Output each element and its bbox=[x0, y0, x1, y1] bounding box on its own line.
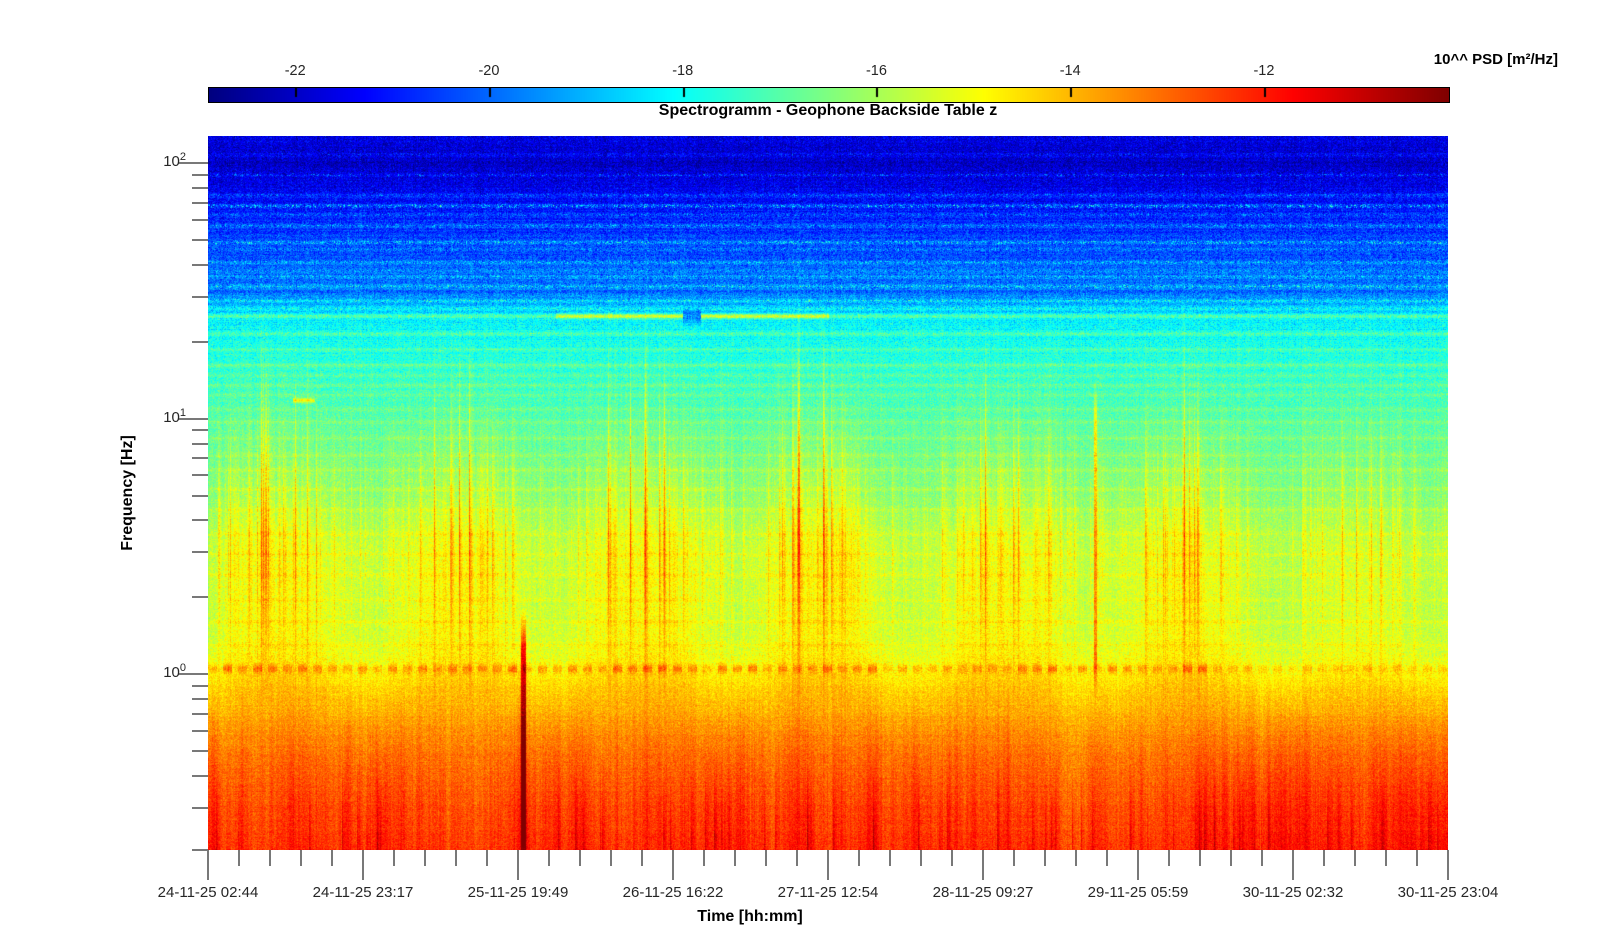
colorbar-tick-label: -20 bbox=[478, 63, 500, 79]
y-axis-label: Frequency [Hz] bbox=[119, 435, 136, 551]
y-tick-label: 101 bbox=[163, 406, 186, 426]
x-minor-tick bbox=[951, 850, 953, 866]
x-major-tick bbox=[1137, 850, 1139, 880]
x-tick-label: 30-11-25 02:32 bbox=[1242, 884, 1344, 901]
y-minor-tick bbox=[192, 712, 208, 715]
x-tick-label: 28-11-25 09:27 bbox=[932, 884, 1034, 901]
y-tick-label: 102 bbox=[163, 151, 186, 171]
y-minor-tick bbox=[192, 174, 208, 177]
x-major-tick bbox=[362, 850, 364, 880]
y-minor-tick bbox=[192, 340, 208, 343]
colorbar bbox=[208, 87, 1450, 103]
y-minor-tick bbox=[192, 849, 208, 851]
colorbar-tick-label: -12 bbox=[1253, 63, 1275, 79]
y-minor-tick bbox=[192, 239, 208, 242]
x-minor-tick bbox=[486, 850, 488, 866]
x-minor-tick bbox=[1013, 850, 1015, 866]
colorbar-tick-label: -18 bbox=[672, 63, 694, 79]
x-minor-tick bbox=[548, 850, 550, 866]
x-minor-tick bbox=[1354, 850, 1356, 866]
y-minor-tick bbox=[192, 684, 208, 687]
x-minor-tick bbox=[1199, 850, 1201, 866]
x-major-tick bbox=[827, 850, 829, 880]
y-minor-tick bbox=[192, 219, 208, 222]
x-minor-tick bbox=[1416, 850, 1418, 866]
x-minor-tick bbox=[424, 850, 426, 866]
x-minor-tick bbox=[269, 850, 271, 866]
x-minor-tick bbox=[796, 850, 798, 866]
x-axis-label: Time [hh:mm] bbox=[697, 908, 803, 925]
x-tick-label: 29-11-25 05:59 bbox=[1087, 884, 1189, 901]
colorbar-unit-label: 10^^ PSD [m²/Hz] bbox=[1433, 51, 1558, 68]
y-minor-tick bbox=[192, 494, 208, 497]
y-minor-tick bbox=[192, 729, 208, 732]
y-minor-tick bbox=[192, 457, 208, 460]
x-minor-tick bbox=[1044, 850, 1046, 866]
y-minor-tick bbox=[192, 774, 208, 777]
colorbar-tick-label: -14 bbox=[1059, 63, 1081, 79]
colorbar-gradient bbox=[209, 88, 1449, 102]
x-minor-tick bbox=[300, 850, 302, 866]
x-major-tick bbox=[1447, 850, 1449, 880]
y-minor-tick bbox=[192, 806, 208, 809]
x-major-tick bbox=[672, 850, 674, 880]
y-tick-label: 100 bbox=[163, 662, 186, 682]
x-tick-label: 24-11-25 02:44 bbox=[157, 884, 259, 901]
y-minor-tick bbox=[192, 442, 208, 445]
y-minor-tick bbox=[192, 697, 208, 700]
x-minor-tick bbox=[703, 850, 705, 866]
x-minor-tick bbox=[1168, 850, 1170, 866]
x-minor-tick bbox=[610, 850, 612, 866]
x-minor-tick bbox=[889, 850, 891, 866]
x-tick-label: 27-11-25 12:54 bbox=[777, 884, 879, 901]
x-major-tick bbox=[517, 850, 519, 880]
y-minor-tick bbox=[192, 295, 208, 298]
chart-title: Spectrogramm - Geophone Backside Table z bbox=[658, 102, 998, 119]
x-minor-tick bbox=[393, 850, 395, 866]
y-minor-tick bbox=[192, 474, 208, 477]
x-minor-tick bbox=[858, 850, 860, 866]
x-minor-tick bbox=[1075, 850, 1077, 866]
x-minor-tick bbox=[455, 850, 457, 866]
x-major-tick bbox=[982, 850, 984, 880]
y-minor-tick bbox=[192, 201, 208, 204]
y-minor-tick bbox=[192, 429, 208, 432]
y-minor-tick bbox=[192, 519, 208, 522]
x-major-tick bbox=[1292, 850, 1294, 880]
x-minor-tick bbox=[1230, 850, 1232, 866]
x-minor-tick bbox=[1261, 850, 1263, 866]
x-minor-tick bbox=[579, 850, 581, 866]
y-minor-tick bbox=[192, 551, 208, 554]
colorbar-tick-label: -16 bbox=[865, 63, 887, 79]
x-minor-tick bbox=[331, 850, 333, 866]
y-minor-tick bbox=[192, 596, 208, 599]
x-minor-tick bbox=[765, 850, 767, 866]
x-minor-tick bbox=[1323, 850, 1325, 866]
spectrogram-image bbox=[208, 136, 1448, 850]
colorbar-tick-label: -22 bbox=[284, 63, 306, 79]
x-minor-tick bbox=[1106, 850, 1108, 866]
x-tick-label: 26-11-25 16:22 bbox=[622, 884, 724, 901]
x-minor-tick bbox=[238, 850, 240, 866]
y-minor-tick bbox=[192, 187, 208, 190]
x-minor-tick bbox=[1385, 850, 1387, 866]
x-tick-label: 30-11-25 23:04 bbox=[1397, 884, 1499, 901]
y-minor-tick bbox=[192, 264, 208, 267]
x-tick-label: 25-11-25 19:49 bbox=[467, 884, 569, 901]
x-minor-tick bbox=[734, 850, 736, 866]
x-minor-tick bbox=[641, 850, 643, 866]
x-minor-tick bbox=[920, 850, 922, 866]
x-major-tick bbox=[207, 850, 209, 880]
x-tick-label: 24-11-25 23:17 bbox=[312, 884, 414, 901]
y-minor-tick bbox=[192, 750, 208, 753]
spectrogram-plot-area bbox=[208, 136, 1448, 850]
spectrogram-figure: 10^^ PSD [m²/Hz] -22 -20 -18 -16 -14 -12 Spec… bbox=[0, 0, 1600, 948]
